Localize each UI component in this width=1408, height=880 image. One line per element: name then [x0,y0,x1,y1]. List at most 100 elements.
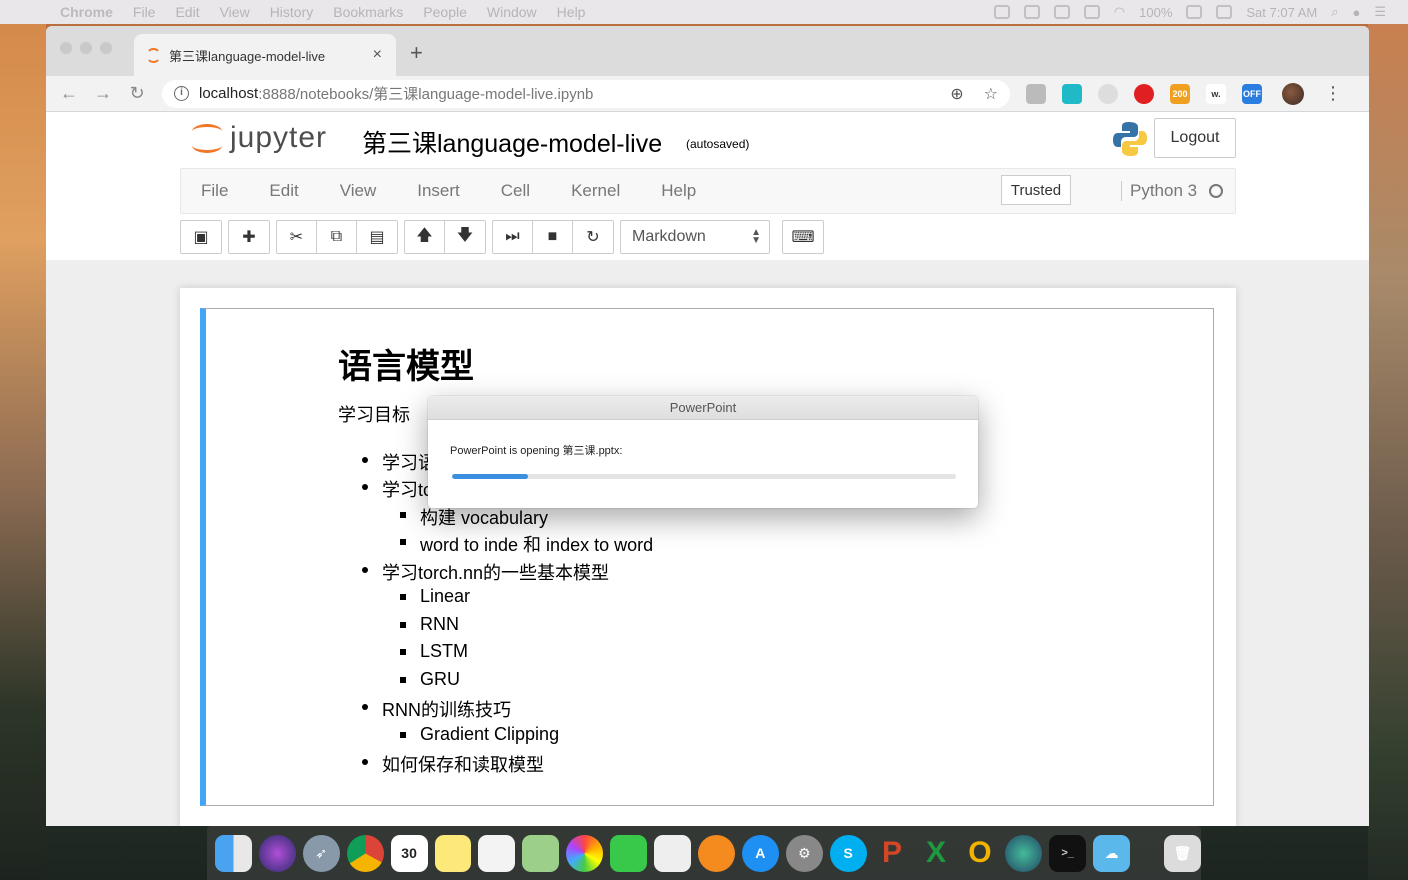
goal-label: 学习目标 [338,405,410,425]
save-icon[interactable]: ▣ [181,221,221,253]
cell-type-select[interactable]: Markdown ▲ ▼ [620,220,770,254]
menu-help[interactable]: Help [557,4,586,20]
facetime-icon[interactable] [610,834,648,872]
extension-icons: 200 w. OFF [1026,83,1262,104]
notebook-toolbar: ▣ ✚ ✂ ⧉ ▤ 🡅 🡇 ⏭ ■ ↻ Markdown ▲ ▼ ⌨ [180,220,830,254]
trash-icon[interactable]: 🗑 [1163,834,1201,872]
extension-badge-200-icon[interactable]: 200 [1170,83,1190,104]
extension-grey-icon[interactable] [1026,83,1046,104]
insert-cell-icon[interactable]: ✚ [229,221,269,253]
menu-chrome[interactable]: Chrome [60,4,113,20]
list-item: 学习torch.nn的一些基本模型 [361,559,609,585]
restart-icon[interactable]: ↻ [573,221,613,253]
close-window-button[interactable] [60,42,72,54]
terminal-icon[interactable]: >_ [1049,834,1087,872]
photos-icon[interactable] [566,834,604,872]
zoom-icon[interactable]: ⊕ [950,84,963,104]
spotlight-search-icon[interactable]: ⌕ [1331,4,1338,20]
browser-tab[interactable]: 第三课language-model-live × [134,34,396,76]
close-tab-icon[interactable]: × [373,46,382,64]
nb-menu-cell[interactable]: Cell [501,181,530,201]
cloud-icon[interactable] [1023,5,1040,19]
cloud-app-icon[interactable]: ☁ [1093,834,1131,872]
siri-dock-icon[interactable] [258,834,296,872]
logout-button[interactable]: Logout [1154,118,1236,158]
siri-icon[interactable]: ● [1352,5,1360,20]
menu-view[interactable]: View [220,4,250,20]
trusted-indicator[interactable]: Trusted [1001,175,1071,205]
menu-history[interactable]: History [270,4,314,20]
bookmark-star-icon[interactable]: ☆ [984,84,998,104]
extension-off-icon[interactable]: OFF [1242,83,1262,104]
run-icon[interactable]: ⏭ [493,221,533,253]
screen-mirror-icon[interactable] [993,5,1010,19]
extension-red-icon[interactable] [1134,83,1154,104]
powerpoint-progress-dialog: PowerPoint PowerPoint is opening 第三课.ppt… [428,396,978,508]
system-preferences-icon[interactable]: ⚙ [785,834,823,872]
address-bar[interactable]: i localhost :8888/notebooks/第三课language-… [162,79,1010,108]
display-icon[interactable] [1083,5,1100,19]
profile-avatar[interactable] [1282,82,1304,105]
move-up-icon[interactable]: 🡅 [405,221,445,253]
nb-menu-view[interactable]: View [340,181,377,201]
nb-menu-file[interactable]: File [201,181,228,201]
app-store-icon[interactable]: A [741,834,779,872]
nb-menu-insert[interactable]: Insert [417,181,460,201]
notes-icon[interactable] [434,834,472,872]
battery-icon[interactable] [1186,5,1203,19]
books-icon[interactable] [697,834,735,872]
jupyter-logo[interactable]: jupyter [192,120,327,156]
desktop-wallpaper-left [0,24,46,880]
textedit-icon[interactable] [654,834,691,872]
notebook-title[interactable]: 第三课language-model-live [362,124,662,160]
outlook-icon[interactable]: O [961,835,998,872]
network-globe-icon[interactable] [1005,834,1043,872]
new-tab-button[interactable]: + [410,40,423,66]
excel-icon[interactable]: X [918,835,955,872]
powerpoint-icon[interactable]: P [874,835,911,872]
launchpad-icon[interactable]: ➶ [302,834,340,872]
extension-w-icon[interactable]: w. [1206,83,1226,104]
finder-icon[interactable] [215,834,252,872]
nb-menu-edit[interactable]: Edit [269,181,298,201]
sync-icon[interactable] [1216,5,1233,19]
site-info-icon[interactable]: i [174,86,189,101]
extension-shield-icon[interactable] [1062,83,1082,104]
maps-icon[interactable] [522,834,560,872]
minimize-window-button[interactable] [80,42,92,54]
reminders-icon[interactable] [478,834,516,872]
nb-menu-kernel[interactable]: Kernel [571,181,620,201]
calendar-icon[interactable]: 30 [390,834,428,872]
chrome-icon[interactable] [346,834,384,872]
extension-circle-icon[interactable] [1098,83,1118,104]
zoom-window-button[interactable] [100,42,112,54]
move-down-icon[interactable]: 🡇 [445,221,485,253]
menu-people[interactable]: People [423,4,467,20]
forward-arrow-icon[interactable]: → [86,83,120,104]
back-arrow-icon[interactable]: ← [52,83,86,104]
menu-bookmarks[interactable]: Bookmarks [333,4,403,20]
copy-icon[interactable]: ⧉ [317,221,357,253]
stop-icon[interactable]: ■ [533,221,573,253]
clock[interactable]: Sat 7:07 AM [1246,5,1317,20]
reload-icon[interactable]: ↻ [120,83,154,104]
chrome-menu-icon[interactable]: ⋮ [1324,83,1342,104]
cut-icon[interactable]: ✂ [277,221,317,253]
tab-title: 第三课language-model-live [169,48,326,64]
menu-window[interactable]: Window [487,4,537,20]
list-item: Linear [399,586,471,606]
wifi-icon[interactable]: ◠ [1114,4,1125,20]
menu-edit[interactable]: Edit [175,4,199,20]
nb-menu-help[interactable]: Help [661,181,696,201]
menu-file[interactable]: File [133,4,156,20]
apple-menu-icon[interactable] [22,4,38,20]
markdown-cell[interactable]: 语言模型 学习目标 学习语 学习tc 构建 vocabulary word to… [200,308,1214,806]
autosave-status: (autosaved) [686,137,750,151]
app-status-icon[interactable] [1053,5,1070,19]
browser-toolbar: ← → ↻ i localhost :8888/notebooks/第三课lan… [46,76,1369,112]
notification-center-icon[interactable]: ☰ [1374,4,1386,20]
python-logo-icon [1113,122,1147,156]
keyboard-icon[interactable]: ⌨ [783,221,823,253]
paste-icon[interactable]: ▤ [357,221,397,253]
skype-icon[interactable]: S [829,834,867,872]
